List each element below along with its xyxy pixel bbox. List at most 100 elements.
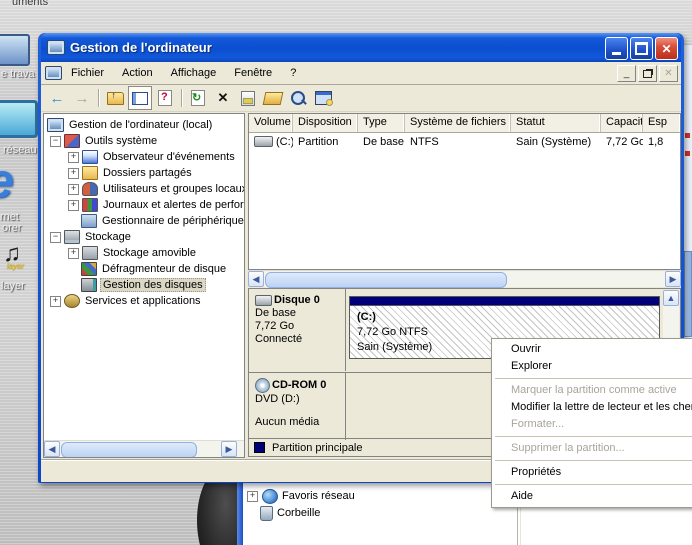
tree-item-stockage[interactable]: Stockage [44, 229, 245, 245]
bg-tree-item-label: Favoris réseau [282, 490, 355, 502]
tree-item-label: Utilisateurs et groupes locaux [101, 183, 245, 195]
tree-item-utilisateurs[interactable]: Utilisateurs et groupes locaux [44, 181, 245, 197]
up-one-level-button[interactable] [103, 86, 127, 110]
menu-affichage[interactable]: Affichage [162, 64, 226, 82]
tree-item-label: Gestionnaire de périphériques [100, 215, 245, 227]
column-header-capacite[interactable]: Capacité [601, 114, 643, 132]
plus-expander-icon[interactable] [68, 152, 79, 163]
internet-explorer-icon[interactable]: e [0, 154, 14, 209]
mdi-close-button[interactable]: ✕ [659, 65, 678, 82]
bg-tree-item-favoris-reseau[interactable]: Favoris réseau [247, 488, 355, 504]
sliver-red-mark [685, 151, 690, 156]
column-header-espace[interactable]: Esp [643, 114, 680, 132]
tree-item-defragmenteur[interactable]: Défragmenteur de disque [44, 261, 245, 277]
column-header-disposition[interactable]: Disposition [293, 114, 358, 132]
plus-expander-icon[interactable] [68, 184, 79, 195]
tree-item-label: Gestion de l'ordinateur (local) [67, 119, 214, 131]
recycle-bin-icon [260, 506, 273, 521]
menu-separator [495, 436, 692, 437]
back-button[interactable]: ← [45, 86, 69, 110]
help-button[interactable] [153, 86, 177, 110]
tree-item-root[interactable]: Gestion de l'ordinateur (local) [44, 117, 245, 133]
volume-row-c[interactable]: (C:) Partition De base NTFS Sain (Systèm… [249, 133, 680, 150]
plus-expander-icon[interactable] [68, 200, 79, 211]
delete-button[interactable]: ✕ [211, 86, 235, 110]
cdrom-info-panel[interactable]: CD-ROM 0 DVD (D:) Aucun média [249, 373, 346, 440]
tree-item-gestion-des-disques[interactable]: Gestion des disques [44, 277, 245, 293]
primary-partition-color-swatch [254, 442, 265, 453]
close-button[interactable]: ✕ [655, 37, 678, 60]
system-tools-icon [64, 134, 80, 148]
maximize-button[interactable] [630, 37, 653, 60]
partition-primary-band [350, 297, 659, 305]
find-button[interactable] [286, 86, 310, 110]
sliver-red-mark [685, 133, 690, 138]
tree-horizontal-scrollbar[interactable]: ◀ ▶ [44, 440, 244, 457]
menu-item-aide[interactable]: Aide [492, 488, 692, 505]
minus-expander-icon[interactable] [50, 232, 61, 243]
menu-item-explorer[interactable]: Explorer [492, 358, 692, 375]
scrollbar-thumb[interactable] [61, 442, 197, 458]
column-header-type[interactable]: Type [358, 114, 405, 132]
disk0-info-panel[interactable]: Disque 0 De base 7,72 Go Connecté [249, 289, 346, 371]
plus-expander-icon[interactable] [68, 168, 79, 179]
scroll-up-arrow[interactable]: ▲ [663, 290, 679, 306]
menu-action[interactable]: Action [113, 64, 162, 82]
show-hide-tree-button[interactable] [128, 86, 152, 110]
menu-item-modifier-lettre[interactable]: Modifier la lettre de lecteur et les che… [492, 399, 692, 416]
mdi-minimize-button[interactable]: _ [617, 65, 636, 82]
scrollbar-thumb[interactable] [265, 272, 507, 288]
menu-fichier[interactable]: Fichier [62, 64, 113, 82]
tree-item-stockage-amovible[interactable]: Stockage amovible [44, 245, 245, 261]
tree-item-label: Gestion des disques [100, 278, 206, 292]
network-monitor-icon[interactable] [0, 100, 38, 138]
tree-item-label: Stockage [83, 231, 133, 243]
cdrom-name: CD-ROM 0 [272, 379, 326, 392]
sliver-scrollbar-fragment[interactable] [684, 251, 692, 337]
fs-cell: NTFS [405, 136, 511, 148]
plus-expander-icon[interactable] [68, 248, 79, 259]
bg-tree-item-corbeille[interactable]: Corbeille [260, 505, 320, 521]
menu-item-marquer-active[interactable]: Marquer la partition comme active [492, 382, 692, 399]
volume-list-horizontal-scrollbar[interactable]: ◀ ▶ [248, 270, 681, 287]
plus-expander-icon[interactable] [247, 491, 258, 502]
minus-expander-icon[interactable] [50, 136, 61, 147]
minimize-button[interactable] [605, 37, 628, 60]
menu-item-supprimer-partition[interactable]: Supprimer la partition... [492, 440, 692, 457]
scroll-left-arrow[interactable]: ◀ [44, 441, 60, 457]
tree-item-outils-systeme[interactable]: Outils système [44, 133, 245, 149]
tree-item-gestionnaire-peripheriques[interactable]: Gestionnaire de périphériques [44, 213, 245, 229]
refresh-button[interactable] [186, 86, 210, 110]
mdi-document-icon[interactable] [45, 66, 62, 80]
column-header-volume[interactable]: Volume [249, 114, 293, 132]
title-bar[interactable]: Gestion de l'ordinateur ✕ [41, 33, 681, 62]
menu-fenetre[interactable]: Fenêtre [225, 64, 281, 82]
scroll-right-arrow[interactable]: ▶ [221, 441, 237, 457]
tree-item-journaux[interactable]: Journaux et alertes de performance [44, 197, 245, 213]
tree-item-dossiers-partages[interactable]: Dossiers partagés [44, 165, 245, 181]
plus-expander-icon[interactable] [50, 296, 61, 307]
menu-help[interactable]: ? [281, 64, 305, 82]
open-button[interactable] [261, 86, 285, 110]
tree-item-services-applications[interactable]: Services et applications [44, 293, 245, 309]
menu-item-proprietes[interactable]: Propriétés [492, 464, 692, 481]
tree-item-label: Dossiers partagés [101, 167, 194, 179]
menu-item-formater[interactable]: Formater... [492, 416, 692, 433]
removable-storage-icon [82, 246, 98, 260]
disk0-name: Disque 0 [274, 294, 320, 307]
scroll-right-arrow[interactable]: ▶ [665, 271, 681, 287]
my-computer-icon[interactable] [0, 34, 30, 66]
column-header-statut[interactable]: Statut [511, 114, 601, 132]
up-folder-icon [107, 92, 124, 105]
mdi-restore-button[interactable] [638, 65, 657, 82]
console-window-button[interactable] [311, 86, 335, 110]
tree-item-observateur[interactable]: Observateur d'événements [44, 149, 245, 165]
column-header-systeme-fichiers[interactable]: Système de fichiers [405, 114, 511, 132]
disk0-status: Connecté [255, 333, 345, 346]
tree-item-label: Services et applications [83, 295, 203, 307]
forward-button[interactable]: → [70, 86, 94, 110]
menu-item-ouvrir[interactable]: Ouvrir [492, 341, 692, 358]
properties-button[interactable] [236, 86, 260, 110]
scroll-left-arrow[interactable]: ◀ [248, 271, 264, 287]
window-title: Gestion de l'ordinateur [70, 40, 212, 55]
